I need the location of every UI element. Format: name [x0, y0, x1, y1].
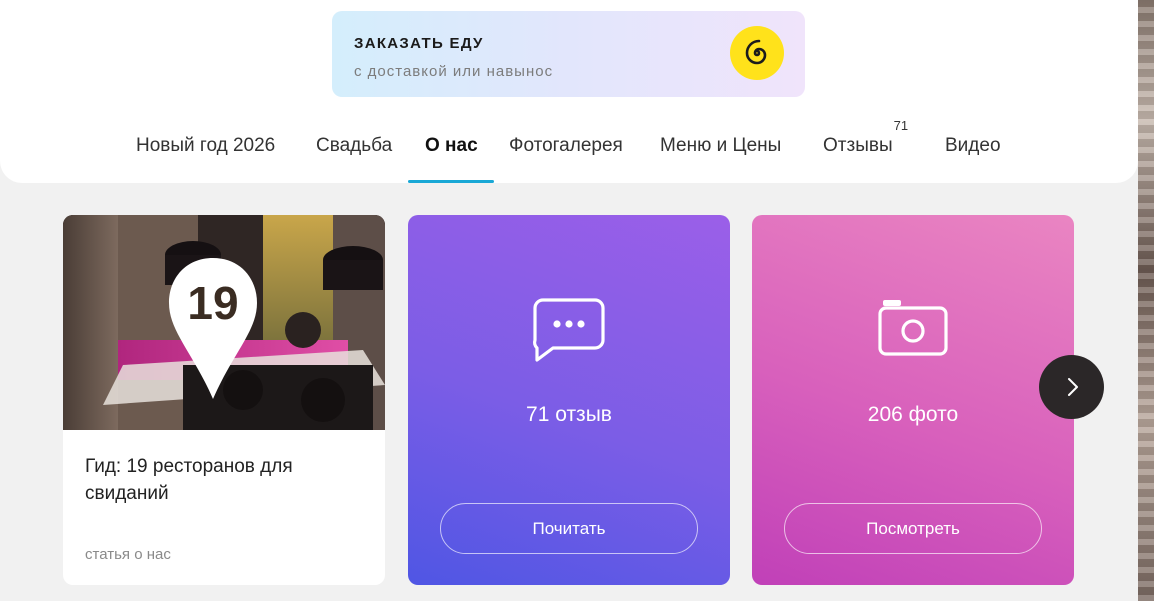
chat-bubble-icon — [533, 298, 605, 362]
carousel-next-button[interactable] — [1039, 355, 1104, 419]
photos-card: 206 фото Посмотреть — [752, 215, 1074, 585]
view-photos-button[interactable]: Посмотреть — [784, 503, 1042, 554]
reviews-card: 71 отзыв Почитать — [408, 215, 730, 585]
reviews-count-badge: 71 — [893, 118, 909, 133]
order-food-title: ЗАКАЗАТЬ ЕДУ — [354, 35, 484, 52]
spiral-icon — [730, 26, 784, 80]
background-photo-edge — [1138, 0, 1154, 601]
tab-gallery[interactable]: Фотогалерея — [509, 122, 623, 183]
photos-count: 206 фото — [867, 403, 959, 426]
tab-video[interactable]: Видео — [945, 122, 1001, 183]
article-meta: статья о нас — [85, 546, 171, 563]
read-reviews-button[interactable]: Почитать — [440, 503, 698, 554]
tab-new-year[interactable]: Новый год 2026 — [136, 122, 275, 183]
tab-wedding[interactable]: Свадьба — [316, 122, 392, 183]
camera-icon — [878, 300, 948, 356]
order-food-subtitle: с доставкой или навынос — [354, 63, 554, 80]
order-food-banner[interactable]: ЗАКАЗАТЬ ЕДУ с доставкой или навынос — [332, 11, 805, 97]
section-tabs: Новый год 2026 Свадьба О нас Фотогалерея… — [120, 118, 1020, 184]
pin-number: 19 — [187, 277, 238, 329]
chevron-right-icon — [1067, 378, 1078, 396]
tab-menu-prices[interactable]: Меню и Цены — [660, 122, 781, 183]
reviews-count: 71 отзыв — [526, 403, 612, 426]
tab-about[interactable]: О нас — [408, 122, 494, 183]
tab-reviews[interactable]: Отзывы71 — [823, 118, 908, 183]
article-card[interactable]: 19 Гид: 19 ресторанов для свиданий стать… — [63, 215, 385, 585]
article-photo: 19 — [63, 215, 385, 430]
article-title: Гид: 19 ресторанов для свиданий — [85, 456, 293, 504]
